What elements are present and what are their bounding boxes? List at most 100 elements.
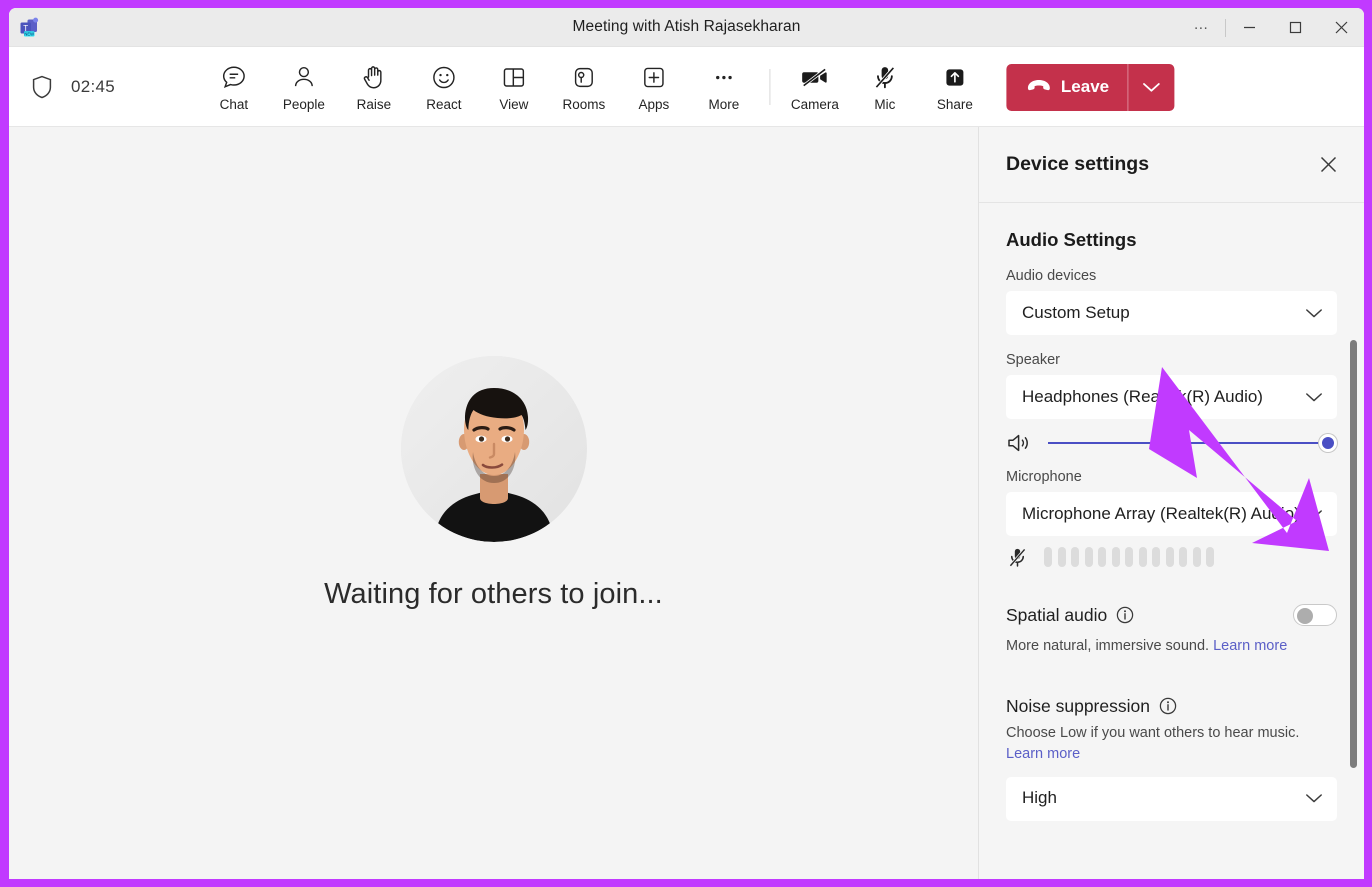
chevron-down-icon [1303,308,1325,319]
speaker-value: Headphones (Realtek(R) Audio) [1022,386,1263,406]
toolbar-divider [768,69,770,105]
mic-off-icon [871,63,898,92]
microphone-value: Microphone Array (Realtek(R) Audio) [1022,503,1300,523]
spatial-audio-row: Spatial audio [1006,604,1337,626]
meeting-toolbar: 02:45 Chat People Raise React View Rooms… [9,47,1364,127]
slider-thumb[interactable] [1319,434,1337,452]
toolbar-label-people: People [282,96,325,112]
toolbar-label-react: React [426,96,462,112]
leave-main-area[interactable]: Leave [1006,64,1127,111]
window-body: Waiting for others to join... Device set… [9,127,1364,879]
spatial-audio-label-group: Spatial audio [1006,605,1293,626]
audio-devices-select[interactable]: Custom Setup [1006,291,1337,335]
toolbar-label-apps: Apps [638,96,670,112]
toolbar-button-share[interactable]: Share [920,54,990,120]
waiting-status-text: Waiting for others to join... [324,577,663,610]
device-settings-panel: Device settings Audio Settings Audio dev… [978,127,1364,879]
level-bar [1125,547,1133,567]
toolbar-button-rooms[interactable]: Rooms [549,54,619,120]
toolbar-button-react[interactable]: React [409,54,479,120]
slider-fill [1048,442,1325,444]
svg-text:NEW: NEW [24,31,34,36]
info-icon[interactable] [1159,697,1177,715]
toolbar-label-chat: Chat [219,96,249,112]
spatial-audio-learn-more-link[interactable]: Learn more [1213,638,1287,654]
meeting-stage: Waiting for others to join... [9,127,978,879]
meeting-timer: 02:45 [71,77,116,96]
level-bar [1084,547,1093,567]
audio-devices-value: Custom Setup [1022,302,1130,322]
toolbar-button-apps[interactable]: Apps [619,54,689,120]
chevron-down-icon [1303,509,1325,520]
toolbar-button-raise[interactable]: Raise [339,54,409,120]
spatial-audio-description: More natural, immersive sound. Learn mor… [1006,636,1337,658]
speaker-select[interactable]: Headphones (Realtek(R) Audio) [1006,375,1337,419]
panel-header: Device settings [979,127,1364,203]
microphone-select[interactable]: Microphone Array (Realtek(R) Audio) [1006,492,1337,536]
toolbar-label-view: View [499,96,529,112]
level-bar [1071,547,1079,567]
close-button[interactable] [1318,8,1364,47]
level-bar [1152,547,1160,567]
mic-off-icon [1006,546,1030,569]
noise-suppression-description-text: Choose Low if you want others to hear mu… [1006,724,1300,741]
shield-icon [31,75,53,99]
toolbar-label-share: Share [936,96,973,112]
leave-options-chevron-down-icon[interactable] [1128,64,1174,111]
toolbar-button-people[interactable]: People [269,54,339,120]
window-title: Meeting with Atish Rajasekharan [572,18,801,35]
noise-suppression-learn-more-link[interactable]: Learn more [1006,746,1080,762]
toolbar-label-rooms: Rooms [562,96,606,112]
level-bar [1111,547,1120,567]
speaker-volume-slider[interactable] [1048,433,1337,453]
toolbar-button-more[interactable]: More [689,54,759,120]
toolbar-button-mic[interactable]: Mic [850,54,920,120]
noise-suppression-label: Noise suppression [1006,695,1150,716]
people-icon [290,63,317,92]
toggle-knob [1297,607,1313,624]
camera-off-icon [800,63,829,92]
toolbar-label-camera: Camera [790,96,839,112]
toolbar-button-chat[interactable]: Chat [199,54,269,120]
apps-plus-icon [640,63,667,92]
rooms-icon [570,63,597,92]
info-icon[interactable] [1116,606,1134,624]
leave-button-label: Leave [1060,77,1110,96]
window-title-bar: T NEW Meeting with Atish Rajasekharan … [9,8,1364,47]
window-controls: … [1179,8,1364,47]
react-smiley-icon [430,63,457,92]
close-icon[interactable] [1312,149,1344,181]
chevron-down-icon [1303,793,1325,804]
panel-scrollbar[interactable] [1350,340,1357,768]
leave-meeting-button[interactable]: Leave [1005,63,1175,111]
minimize-button[interactable] [1226,8,1272,47]
audio-settings-heading: Audio Settings [1006,229,1137,250]
avatar [400,355,587,542]
maximize-button[interactable] [1272,8,1318,47]
noise-suppression-select[interactable]: High [1006,776,1337,821]
microphone-level-meter [1044,547,1214,567]
chat-icon [220,63,247,92]
spatial-audio-label: Spatial audio [1006,604,1108,625]
toolbar-button-view[interactable]: View [479,54,549,120]
share-screen-icon [941,63,968,92]
chevron-down-icon [1303,392,1325,403]
toolbar-left-group: 02:45 [31,47,115,127]
microphone-label: Microphone [1006,469,1082,485]
level-bar [1098,547,1106,567]
level-bar [1179,547,1187,567]
teams-logo-icon: T NEW [18,16,42,40]
level-bar [1165,547,1174,567]
spatial-audio-toggle[interactable] [1293,604,1337,626]
level-bar [1192,547,1201,567]
noise-suppression-value: High [1022,788,1057,808]
toolbar-button-camera[interactable]: Camera [780,54,850,120]
noise-suppression-block: Noise suppression Choose Low if you want… [1006,696,1337,821]
panel-content: Audio Settings Audio devices Custom Setu… [979,203,1364,879]
noise-suppression-title-group: Noise suppression [1006,696,1337,717]
titlebar-more-button[interactable]: … [1179,8,1225,47]
toolbar-label-more: More [708,96,740,112]
speaker-volume-icon [1006,432,1032,454]
more-ellipsis-icon [710,63,737,92]
level-bar [1044,547,1052,567]
